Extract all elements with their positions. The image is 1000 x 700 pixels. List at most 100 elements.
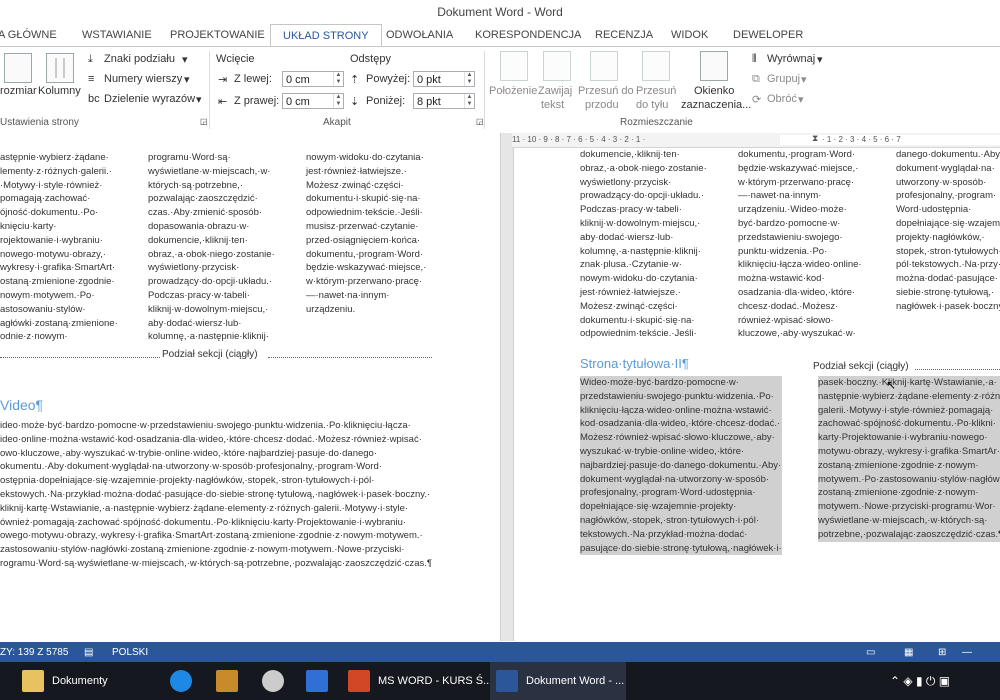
taskbar-ie[interactable] bbox=[170, 662, 200, 700]
chevron-down-icon: ▾ bbox=[798, 94, 804, 106]
line-numbers-button[interactable]: Numery wierszy bbox=[104, 73, 182, 85]
indent-left-icon: ⇥ bbox=[218, 74, 228, 86]
title-bar: Dokument Word - Word bbox=[0, 0, 1000, 24]
read-mode-icon[interactable]: ▭ bbox=[866, 647, 875, 658]
spacing-after-input[interactable]: 8 pkt ▲ ▼ bbox=[413, 93, 475, 109]
tab-view[interactable]: WIDOK bbox=[671, 24, 708, 46]
dialog-launcher-icon[interactable]: ◲ bbox=[476, 117, 484, 126]
selection-pane-label-1[interactable]: Okienko bbox=[694, 85, 734, 97]
chevron-down-icon: ▾ bbox=[801, 74, 807, 86]
bring-forward-label-2[interactable]: przodu bbox=[585, 99, 619, 111]
tab-references[interactable]: ODWOŁANIA bbox=[386, 24, 453, 46]
taskbar-media[interactable] bbox=[216, 662, 246, 700]
selection-pane-label-2[interactable]: zaznaczenia... bbox=[681, 99, 751, 111]
tab-mailings[interactable]: KORESPONDENCJA bbox=[475, 24, 581, 46]
send-backward-label-2[interactable]: do tyłu bbox=[636, 99, 668, 111]
right-col-3: danego·dokumentu.·Aby· dokument·wyglądał… bbox=[896, 149, 1000, 312]
spacing-title: Odstępy bbox=[350, 53, 391, 65]
language-indicator[interactable]: POLSKI bbox=[112, 647, 148, 658]
section-break-line bbox=[0, 357, 160, 358]
web-layout-icon[interactable]: ⊞ bbox=[938, 647, 946, 658]
spacing-before-input[interactable]: 0 pkt ▲ ▼ bbox=[413, 71, 475, 87]
proofing-icon[interactable]: ▤ bbox=[84, 647, 93, 658]
tab-home[interactable]: A GŁÓWNE bbox=[0, 24, 57, 46]
ribbon: rozmiar Kolumny ⤓ Znaki podziału ▾ ≡ Num… bbox=[0, 46, 1000, 134]
size-icon bbox=[4, 53, 32, 83]
taskbar-documents[interactable]: Dokumenty bbox=[22, 662, 108, 700]
right-col-2: dokumentu,·program·Word· będzie·wskazywa… bbox=[738, 149, 862, 340]
spacing-after-value: 8 pkt bbox=[417, 96, 441, 108]
dialog-launcher-icon[interactable]: ◲ bbox=[200, 117, 208, 126]
section-break-line bbox=[915, 369, 1000, 370]
position-button[interactable]: Położenie bbox=[489, 85, 537, 97]
align-button[interactable]: Wyrównaj bbox=[767, 53, 815, 65]
indent-right-icon: ⇤ bbox=[218, 96, 228, 108]
breaks-icon: ⤓ bbox=[88, 53, 93, 65]
status-bar: ZY: 139 Z 5785 ▤ POLSKI ▭ ▦ ⊞ — bbox=[0, 642, 1000, 662]
indent-left-input[interactable]: 0 cm ▲ ▼ bbox=[282, 71, 344, 87]
indent-left-label: Z lewej: bbox=[234, 73, 272, 85]
left-col-3: nowym·widoku·do·czytania· jest·również·ł… bbox=[306, 152, 427, 315]
left-col-1: astępnie·wybierz·żądane· lementy·z·różny… bbox=[0, 152, 118, 343]
taskbar-chrome[interactable] bbox=[262, 662, 292, 700]
group-separator bbox=[209, 51, 210, 129]
section-heading-title-page: Strona·tytułowa·II¶ bbox=[580, 356, 689, 371]
window-title: Dokument Word - Word bbox=[437, 5, 563, 19]
taskbar-word-label: Dokument Word - ... bbox=[526, 675, 625, 687]
taskbar-powerpoint[interactable]: MS WORD - KURS Ś... bbox=[348, 662, 492, 700]
rotate-icon: ⟳ bbox=[752, 94, 762, 106]
mouse-cursor-icon: ↖ bbox=[886, 378, 897, 392]
spin-arrows-icon[interactable]: ▲ ▼ bbox=[333, 72, 343, 86]
wrap-text-label-1[interactable]: Zawijaj bbox=[538, 85, 572, 97]
rotate-button[interactable]: Obróć bbox=[767, 93, 797, 105]
group-separator bbox=[484, 51, 485, 129]
wrap-text-label-2[interactable]: tekst bbox=[541, 99, 564, 111]
group-icon: ⧉ bbox=[752, 73, 760, 85]
breaks-button[interactable]: Znaki podziału bbox=[104, 53, 175, 65]
indent-right-label: Z prawej: bbox=[234, 95, 280, 107]
send-backward-label-1[interactable]: Przesuń bbox=[636, 85, 676, 97]
columns-button[interactable]: Kolumny bbox=[38, 85, 81, 97]
send-backward-icon bbox=[642, 51, 670, 81]
indent-right-value: 0 cm bbox=[286, 96, 310, 108]
spacing-after-icon: ⇣ bbox=[350, 96, 360, 108]
video-paragraph: ideo·może·być·bardzo·pomocne·w·przedstaw… bbox=[0, 420, 433, 569]
split-divider[interactable] bbox=[500, 133, 514, 641]
bring-forward-label-1[interactable]: Przesuń do bbox=[578, 85, 634, 97]
horizontal-ruler[interactable]: 11 · 10 · 9 · 8 · 7 · 6 · 5 · 4 · 3 · 2 … bbox=[512, 133, 1000, 148]
tab-layout[interactable]: UKŁAD STRONY bbox=[270, 24, 382, 46]
spin-arrows-icon[interactable]: ▲ ▼ bbox=[333, 94, 343, 108]
chevron-down-icon: ▾ bbox=[196, 94, 202, 106]
wrap-text-icon bbox=[543, 51, 571, 81]
section-break-label: Podział sekcji (ciągły) bbox=[162, 349, 258, 360]
print-layout-icon[interactable]: ▦ bbox=[904, 647, 913, 658]
group-button[interactable]: Grupuj bbox=[767, 73, 800, 85]
tab-design[interactable]: PROJEKTOWANIE bbox=[170, 24, 265, 46]
internet-explorer-icon bbox=[170, 670, 192, 693]
selected-text-col-1: Wideo·może·być·bardzo·pomocne·w· przedst… bbox=[580, 376, 782, 556]
columns-icon bbox=[46, 53, 74, 83]
tab-insert[interactable]: WSTAWIANIE bbox=[82, 24, 152, 46]
taskbar-word[interactable]: Dokument Word - ... bbox=[490, 662, 626, 700]
spacing-after-label: Poniżej: bbox=[366, 95, 406, 107]
indent-left-value: 0 cm bbox=[286, 74, 310, 86]
hyphenation-button[interactable]: Dzielenie wyrazów bbox=[104, 93, 195, 105]
page-count[interactable]: ZY: 139 Z 5785 bbox=[0, 647, 68, 658]
spin-arrows-icon[interactable]: ▲ ▼ bbox=[464, 72, 474, 86]
section-break-label-right: Podział sekcji (ciągły) bbox=[813, 361, 909, 372]
section-break-line bbox=[268, 357, 432, 358]
size-button[interactable]: rozmiar bbox=[0, 85, 37, 97]
arrange-group-label: Rozmieszczanie bbox=[620, 117, 693, 128]
tab-developer[interactable]: DEWELOPER bbox=[733, 24, 803, 46]
chevron-down-icon: ▾ bbox=[182, 54, 188, 66]
tab-review[interactable]: RECENZJA bbox=[595, 24, 653, 46]
position-icon bbox=[500, 51, 528, 81]
taskbar-app[interactable] bbox=[306, 662, 336, 700]
tray-icons[interactable]: ⌃ ◈ ▮ ⏻ ▣ bbox=[890, 662, 950, 700]
spin-arrows-icon[interactable]: ▲ ▼ bbox=[464, 94, 474, 108]
ribbon-tabs: A GŁÓWNE WSTAWIANIE PROJEKTOWANIE UKŁAD … bbox=[0, 24, 1000, 46]
taskbar: Dokumenty MS WORD - KURS Ś... Dokument W… bbox=[0, 662, 1000, 700]
zoom-out-icon[interactable]: — bbox=[962, 647, 972, 658]
indent-right-input[interactable]: 0 cm ▲ ▼ bbox=[282, 93, 344, 109]
indent-marker-icon[interactable]: ⧗ bbox=[812, 133, 818, 144]
